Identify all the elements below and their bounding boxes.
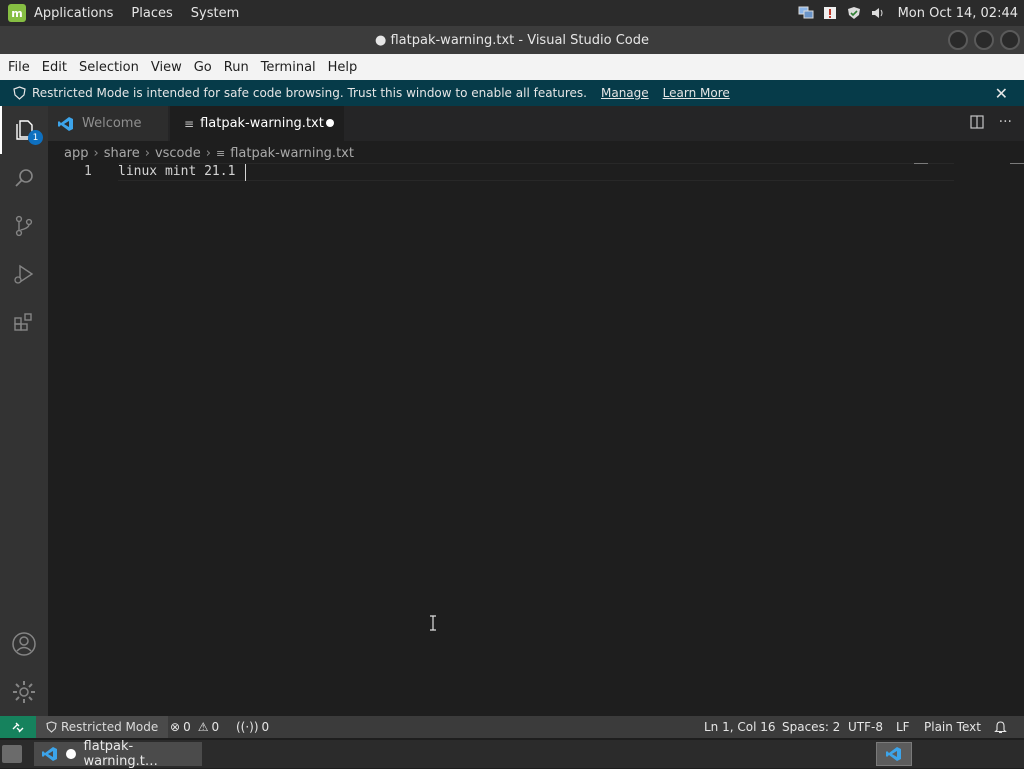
volume-icon[interactable] (870, 5, 886, 21)
breadcrumb-app[interactable]: app (64, 146, 88, 161)
show-desktop-icon[interactable] (2, 745, 22, 763)
chevron-right-icon: › (144, 145, 150, 161)
activity-bar: 1 (0, 106, 48, 716)
shield-icon (46, 721, 57, 733)
window-titlebar[interactable]: ● flatpak-warning.txt - Visual Studio Co… (0, 26, 1024, 54)
breadcrumb-file[interactable]: flatpak-warning.txt (230, 146, 354, 161)
editor-actions: ··· (969, 114, 1012, 134)
line-content[interactable]: linux mint 21.1 (118, 164, 235, 179)
split-editor-icon[interactable] (969, 114, 985, 134)
learn-more-link[interactable]: Learn More (663, 86, 730, 100)
text-editor[interactable]: 1 linux mint 21.1 (48, 163, 1024, 716)
language-status[interactable]: Plain Text (924, 716, 981, 738)
clock[interactable]: Mon Oct 14, 02:44 (898, 6, 1018, 21)
minimize-button[interactable] (948, 30, 968, 50)
window-title: ● flatpak-warning.txt - Visual Studio Co… (375, 32, 649, 48)
tab-welcome[interactable]: Welcome (48, 106, 168, 141)
explorer-badge: 1 (28, 130, 43, 145)
broadcast-icon: ((·)) (236, 720, 259, 734)
bell-icon[interactable] (994, 716, 1007, 738)
restricted-mode-status[interactable]: Restricted Mode (36, 716, 169, 738)
problems-status[interactable]: ⊗ 0 ⚠ 0 (170, 716, 219, 738)
menu-selection[interactable]: Selection (73, 60, 145, 75)
remote-indicator-icon[interactable] (0, 716, 36, 738)
system-tray: Mon Oct 14, 02:44 (798, 0, 1018, 26)
tab-flatpak-warning[interactable]: ≡ flatpak-warning.txt (170, 106, 344, 141)
minimap[interactable] (914, 163, 928, 164)
ports-status[interactable]: ((·)) 0 (236, 716, 269, 738)
close-icon[interactable]: ✕ (995, 84, 1008, 103)
cursor-position-status[interactable]: Ln 1, Col 16 (704, 716, 776, 738)
window-controls (948, 30, 1020, 50)
status-bar: Restricted Mode ⊗ 0 ⚠ 0 ((·)) 0 Ln 1, Co… (0, 716, 1024, 738)
mouse-ibeam-icon (428, 615, 438, 631)
line-number: 1 (84, 164, 92, 179)
explorer-icon[interactable]: 1 (0, 106, 48, 154)
indentation-status[interactable]: Spaces: 2 (782, 716, 840, 738)
taskbar: flatpak-warning.t… (0, 739, 1024, 769)
menu-help[interactable]: Help (322, 60, 364, 75)
text-cursor (245, 164, 246, 181)
shield-icon[interactable] (846, 5, 862, 21)
breadcrumb-share[interactable]: share (104, 146, 140, 161)
unsaved-dot-icon[interactable] (326, 119, 334, 127)
ports-count: 0 (261, 720, 270, 734)
accounts-icon[interactable] (0, 620, 48, 668)
vscode-logo-icon (42, 746, 58, 762)
gear-icon[interactable] (0, 668, 48, 716)
menu-terminal[interactable]: Terminal (255, 60, 322, 75)
banner-message: Restricted Mode is intended for safe cod… (32, 86, 587, 100)
network-icon[interactable] (798, 5, 814, 21)
editor-tabs: Welcome ≡ flatpak-warning.txt ··· (48, 106, 1024, 141)
error-count: 0 (183, 720, 191, 734)
file-text-icon: ≡ (215, 146, 226, 160)
breadcrumb: app › share › vscode › ≡ flatpak-warning… (64, 143, 354, 163)
encoding-status[interactable]: UTF-8 (848, 716, 883, 738)
error-icon: ⊗ (170, 720, 181, 734)
extensions-icon[interactable] (0, 298, 48, 346)
source-control-icon[interactable] (0, 202, 48, 250)
restricted-mode-label: Restricted Mode (61, 720, 159, 734)
file-text-icon: ≡ (184, 116, 195, 131)
run-debug-icon[interactable] (0, 250, 48, 298)
menu-go[interactable]: Go (188, 60, 218, 75)
menu-view[interactable]: View (145, 60, 188, 75)
manage-link[interactable]: Manage (601, 86, 649, 100)
breadcrumb-vscode[interactable]: vscode (155, 146, 201, 161)
system-menu[interactable]: System (191, 6, 239, 21)
taskbar-window-button[interactable]: flatpak-warning.t… (34, 739, 202, 769)
restricted-mode-banner: Restricted Mode is intended for safe cod… (0, 80, 1024, 106)
more-actions-icon[interactable]: ··· (999, 114, 1012, 134)
chevron-right-icon: › (93, 145, 99, 161)
unsaved-dot-icon (66, 749, 76, 759)
current-line-highlight (118, 163, 954, 181)
taskbar-window-label: flatpak-warning.t… (83, 739, 158, 769)
places-menu[interactable]: Places (131, 6, 172, 21)
shield-icon (12, 86, 26, 100)
warning-icon: ⚠ (197, 720, 209, 734)
scrollbar[interactable] (1010, 163, 1024, 164)
menu-edit[interactable]: Edit (36, 60, 73, 75)
mint-logo-icon[interactable]: m (8, 4, 26, 22)
tab-welcome-label: Welcome (82, 116, 142, 131)
menu-bar: File Edit Selection View Go Run Terminal… (0, 54, 1024, 80)
warning-count: 0 (211, 720, 220, 734)
close-window-button[interactable] (1000, 30, 1020, 50)
vscode-logo-icon (58, 116, 74, 132)
search-icon[interactable] (0, 154, 48, 202)
system-panel: m Applications Places System Mon Oct 14,… (0, 0, 1024, 26)
update-icon[interactable] (822, 5, 838, 21)
maximize-button[interactable] (974, 30, 994, 50)
chevron-right-icon: › (205, 145, 211, 161)
menu-run[interactable]: Run (218, 60, 255, 75)
eol-status[interactable]: LF (896, 716, 910, 738)
tab-file-label: flatpak-warning.txt (200, 116, 324, 131)
workspace-vscode-icon[interactable] (876, 742, 912, 766)
applications-menu[interactable]: Applications (34, 6, 113, 21)
menu-file[interactable]: File (2, 60, 36, 75)
